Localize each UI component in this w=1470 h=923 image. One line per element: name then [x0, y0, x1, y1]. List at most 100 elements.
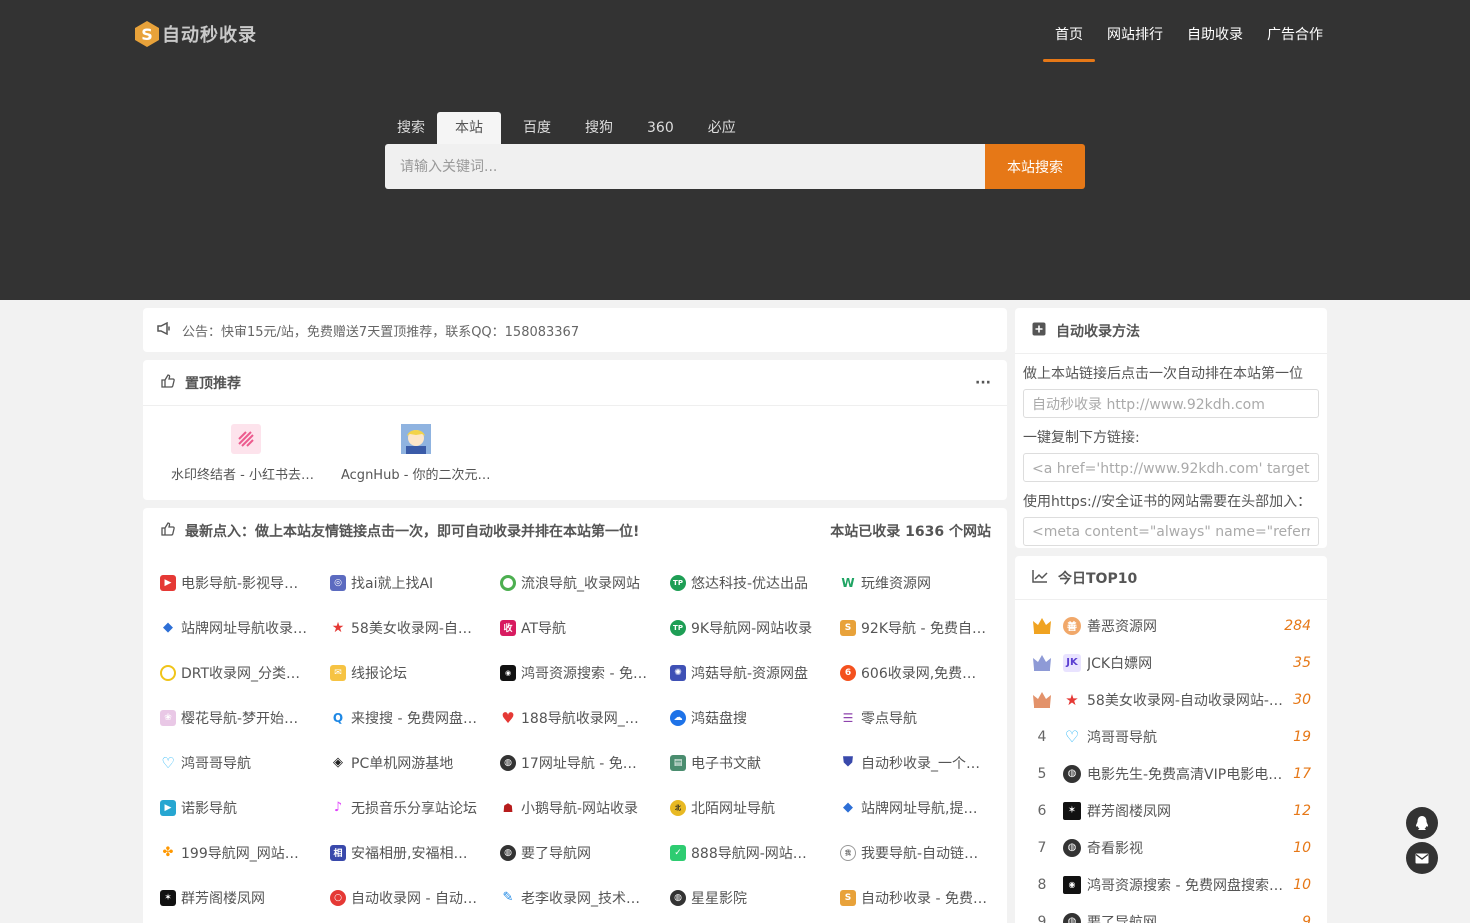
site-item[interactable]: S 自动秒收录 - 免费收录 — [840, 875, 1010, 920]
disk-icon: ◉ — [1063, 875, 1081, 894]
site-item[interactable]: ○ 自动收录网 - 自动秒收 — [330, 875, 500, 920]
latest-header: 最新点入：做上本站友情链接点击一次，即可自动收录并排在本站第一位! 本站已收录 … — [143, 508, 1007, 554]
top10-row[interactable]: 9 ◍ 要了导航网 9 — [1015, 903, 1327, 923]
tab-sogou[interactable]: 搜狗 — [573, 112, 625, 144]
tab-360[interactable]: 360 — [635, 112, 686, 144]
site-item[interactable]: 收 AT导航 — [500, 605, 670, 650]
play-icon: ▶ — [160, 574, 176, 591]
qq-contact-button[interactable] — [1406, 807, 1438, 839]
site-item[interactable]: ◍17网址导航 - 免费收录 — [500, 740, 670, 785]
top10-title: 今日TOP10 — [1058, 570, 1138, 587]
top10-row[interactable]: 5 ◍ 电影先生-免费高清VIP电影电视剧 17 — [1015, 755, 1327, 792]
nav-home[interactable]: 首页 — [1043, 0, 1095, 62]
logo-text: 自动秒收录 — [162, 25, 257, 46]
star-icon: ★ — [330, 619, 346, 636]
top10-row[interactable]: ★ 58美女收录网-自动收录网站-免费收录 30 — [1015, 681, 1327, 718]
site-item[interactable]: ◉鸿哥资源搜索 - 免费网盘 — [500, 650, 670, 695]
site-item[interactable]: ▤ 电子书文献 — [670, 740, 840, 785]
pinned-header: 置顶推荐 ··· — [143, 360, 1007, 406]
site-item[interactable]: ✺ 鸿菇导航-资源网盘 — [670, 650, 840, 695]
nav-advertise[interactable]: 广告合作 — [1255, 0, 1335, 62]
site-item[interactable]: ☁ 鸿菇盘搜 — [670, 695, 840, 740]
crown-bronze-icon — [1031, 691, 1053, 709]
nav-ranking[interactable]: 网站排行 — [1095, 0, 1175, 62]
line-chart-icon — [1032, 569, 1048, 587]
search-input[interactable] — [385, 144, 985, 189]
site-item[interactable]: ◍ 星星影院 — [670, 875, 840, 920]
site-item[interactable]: ▶ 电影导航-影视导航网 — [160, 560, 330, 605]
site-item[interactable]: ◎ 找ai就上找AI — [330, 560, 500, 605]
pinned-item[interactable]: AcgnHub - 你的二次元导航 — [331, 424, 501, 483]
top10-row[interactable]: 7 ◍ 奇看影视 10 — [1015, 829, 1327, 866]
site-item[interactable]: ◍ 要了导航网 — [500, 830, 670, 875]
site-item[interactable]: DRT收录网_分类目录 — [160, 650, 330, 695]
top10-row[interactable]: 8 ◉ 鸿哥资源搜索 - 免费网盘搜索引擎 10 — [1015, 866, 1327, 903]
envelope-icon: ✉ — [330, 664, 346, 681]
site-item[interactable]: ☗ 小鹅导航-网站收录 — [500, 785, 670, 830]
crown-gold-icon — [1031, 617, 1053, 635]
site-item[interactable]: ✉ 线报论坛 — [330, 650, 500, 695]
top10-row[interactable]: JK JCK白嫖网 35 — [1015, 644, 1327, 681]
site-item[interactable]: ◆站牌网址导航,提交收录 — [840, 785, 1010, 830]
latest-section: 最新点入：做上本站友情链接点击一次，即可自动收录并排在本站第一位! 本站已收录 … — [143, 508, 1007, 923]
site-item[interactable]: ✤ 199导航网_网站收录 — [160, 830, 330, 875]
site-item[interactable]: 6606收录网,免费自动收录 — [840, 650, 1010, 695]
site-item[interactable]: W 玩维资源网 — [840, 560, 1010, 605]
search-button[interactable]: 本站搜索 — [985, 144, 1085, 189]
watermark-site-icon — [231, 424, 261, 454]
site-item[interactable]: TP 悠达科技-优达出品 — [670, 560, 840, 605]
pinned-item[interactable]: 水印终结者 - 小红书去水印 — [161, 424, 331, 483]
top10-header: 今日TOP10 — [1015, 556, 1327, 600]
site-item[interactable]: ★58美女收录网-自动收录 — [330, 605, 500, 650]
globe-icon: ◍ — [1063, 764, 1081, 783]
site-item[interactable]: TP 9K导航网-网站收录 — [670, 605, 840, 650]
ring-red-icon: ○ — [330, 889, 346, 906]
globe-icon: ◍ — [1063, 838, 1081, 857]
cube-icon: ◆ — [160, 619, 176, 636]
site-grid: ▶ 电影导航-影视导航网 ◎ 找ai就上找AI 流浪导航_收录网站 TP 悠达科技-优… — [143, 554, 1007, 920]
copy-link-field[interactable] — [1023, 453, 1319, 482]
top10-row[interactable]: 6 ✶ 群芳阁楼凤网 12 — [1015, 792, 1327, 829]
plus-square-icon — [1032, 322, 1046, 340]
site-item[interactable]: 北北陌网址导航 — [670, 785, 840, 830]
site-item[interactable]: ☰ 零点导航 — [840, 695, 1010, 740]
lines-icon: ☰ — [840, 709, 856, 726]
ai-icon: ◎ — [330, 574, 346, 591]
penguin-icon — [1416, 816, 1428, 830]
tab-bing[interactable]: 必应 — [696, 112, 748, 144]
site-item[interactable]: ✶ 群芳阁楼凤网 — [160, 875, 330, 920]
site-item[interactable]: ⛊ 自动秒收录_一个免费 — [840, 740, 1010, 785]
link-name-field[interactable] — [1023, 389, 1319, 418]
site-item[interactable]: ♡ 鸿哥哥导航 — [160, 740, 330, 785]
site-item[interactable]: ✓ 888导航网-网站收录 — [670, 830, 840, 875]
rank-number: 7 — [1037, 839, 1047, 856]
site-item[interactable]: ◆ 站牌网址导航收录网站 — [160, 605, 330, 650]
site-item[interactable]: ❀樱花导航-梦开始的地方 — [160, 695, 330, 740]
crown-silver-icon — [1031, 654, 1053, 672]
more-icon[interactable]: ··· — [975, 375, 991, 391]
site-count: 本站已收录 1636 个网站 — [830, 524, 991, 540]
site-item[interactable]: ♪ 无损音乐分享站论坛 — [330, 785, 500, 830]
site-item[interactable]: ◈ PC单机网游基地 — [330, 740, 500, 785]
star-icon: ★ — [1063, 690, 1081, 709]
search-q-icon: Q — [330, 709, 346, 726]
tab-local[interactable]: 本站 — [437, 112, 501, 144]
album-icon: 相 — [330, 844, 346, 861]
site-item[interactable]: S92K导航 - 免费自动收录 — [840, 605, 1010, 650]
site-logo[interactable]: S 自动秒收录 — [134, 20, 257, 48]
site-item[interactable]: ♥ 188导航收录网_免费 — [500, 695, 670, 740]
nav-self-submit[interactable]: 自助收录 — [1175, 0, 1255, 62]
site-item[interactable]: 流浪导航_收录网站 — [500, 560, 670, 605]
site-item[interactable]: Q 来搜搜 - 免费网盘搜索 — [330, 695, 500, 740]
envelope-icon — [1415, 853, 1429, 863]
site-item[interactable]: 我我要导航-自动链接收录 — [840, 830, 1010, 875]
meta-referrer-field[interactable] — [1023, 517, 1319, 546]
top10-row[interactable]: 善 善恶资源网 284 — [1015, 607, 1327, 644]
top10-row[interactable]: 4 ♡ 鸿哥哥导航 19 — [1015, 718, 1327, 755]
site-item[interactable]: 相安福相册,安福相册网 — [330, 830, 500, 875]
logo-s-icon: S — [840, 619, 856, 636]
tab-baidu[interactable]: 百度 — [511, 112, 563, 144]
site-item[interactable]: ✎ 老李收录网_技术分享 — [500, 875, 670, 920]
site-item[interactable]: ▶ 诺影导航 — [160, 785, 330, 830]
email-contact-button[interactable] — [1406, 842, 1438, 874]
